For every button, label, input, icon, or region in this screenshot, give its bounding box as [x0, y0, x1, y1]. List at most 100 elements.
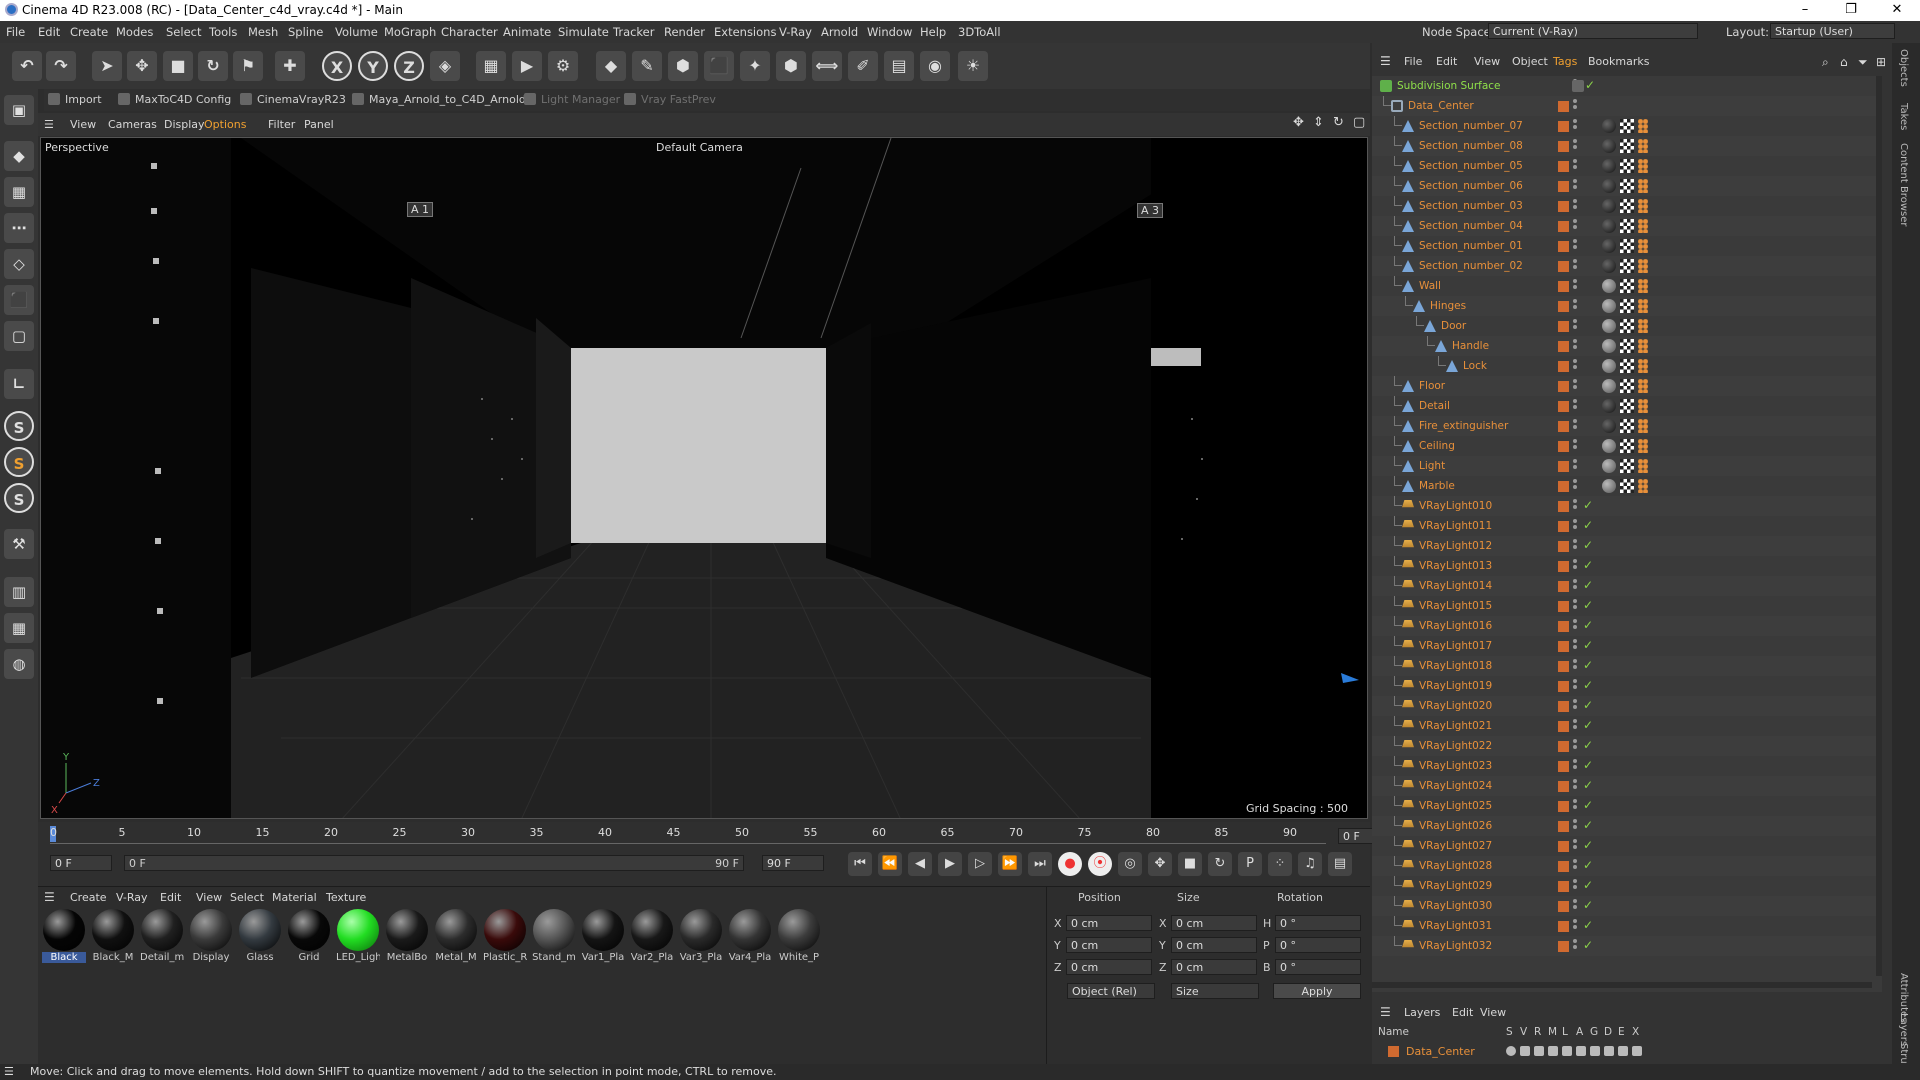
object-name[interactable]: VRayLight019 [1419, 680, 1492, 692]
viewport-menu-view[interactable]: View [70, 118, 96, 131]
layer-color-swatch[interactable] [1558, 681, 1569, 692]
key-scale-icon[interactable]: ■ [1178, 852, 1202, 876]
close-button[interactable]: ✕ [1874, 0, 1920, 21]
uvw-tag-icon[interactable] [1620, 319, 1634, 333]
editor-visibility-dot[interactable] [1573, 339, 1577, 343]
menu-3dtoall[interactable]: 3DToAll [958, 25, 1001, 39]
material-tag-icon[interactable] [1602, 139, 1616, 153]
status-menu-icon[interactable]: ☰ [4, 1065, 14, 1078]
axis-mode-icon[interactable]: ∟ [4, 369, 34, 399]
size-x-field[interactable]: 0 cm [1171, 915, 1257, 931]
phong-tag-icon[interactable] [1638, 479, 1648, 493]
object-row[interactable]: Data_Center [1372, 96, 1882, 116]
visibility-dots-icon[interactable] [1573, 159, 1578, 173]
material-tag-icon[interactable] [1602, 159, 1616, 173]
menu-vray[interactable]: V-Ray [779, 25, 812, 39]
render-visibility-dot[interactable] [1573, 305, 1577, 309]
render-visibility-dot[interactable] [1573, 445, 1577, 449]
rotation-p-field[interactable]: 0 ° [1275, 937, 1361, 953]
object-name[interactable]: VRayLight025 [1419, 800, 1492, 812]
layer-color-swatch[interactable] [1558, 721, 1569, 732]
enabled-check-icon[interactable]: ✓ [1583, 498, 1593, 512]
render-visibility-dot[interactable] [1573, 705, 1577, 709]
object-name[interactable]: Data_Center [1408, 100, 1474, 112]
material-tag-icon[interactable] [1602, 379, 1616, 393]
rotation-b-field[interactable]: 0 ° [1275, 959, 1361, 975]
object-list-vscroll[interactable] [1876, 76, 1882, 976]
object-row[interactable]: Detail [1372, 396, 1882, 416]
floor-icon[interactable]: ▤ [884, 51, 914, 81]
points-mode-icon[interactable]: ⋯ [4, 213, 34, 243]
object-name[interactable]: Section_number_01 [1419, 240, 1523, 252]
uvw-tag-icon[interactable] [1620, 479, 1634, 493]
polygons-mode-icon[interactable]: ⬛ [4, 285, 34, 315]
object-row[interactable]: VRayLight021 ✓ [1372, 716, 1882, 736]
editor-visibility-dot[interactable] [1573, 759, 1577, 763]
object-name[interactable]: Section_number_06 [1419, 180, 1523, 192]
editor-visibility-dot[interactable] [1573, 879, 1577, 883]
object-row[interactable]: VRayLight022 ✓ [1372, 736, 1882, 756]
uvw-tag-icon[interactable] [1620, 439, 1634, 453]
viewport-zoom-icon[interactable]: ⇕ [1313, 115, 1324, 130]
side-tab-takes[interactable]: Takes [1898, 103, 1909, 130]
home-icon[interactable]: ⌂ [1840, 55, 1848, 69]
layer-toggle-icon[interactable] [1572, 80, 1584, 92]
material-tag-icon[interactable] [1602, 239, 1616, 253]
object-name[interactable]: Detail [1419, 400, 1450, 412]
deformer-icon[interactable]: ⟺ [812, 51, 842, 81]
object-name[interactable]: VRayLight017 [1419, 640, 1492, 652]
layer-name[interactable]: Data_Center [1406, 1045, 1475, 1058]
pen-icon[interactable]: ✎ [632, 51, 662, 81]
object-row[interactable]: Section_number_07 [1372, 116, 1882, 136]
render-visibility-dot[interactable] [1573, 545, 1577, 549]
object-row[interactable]: VRayLight023 ✓ [1372, 756, 1882, 776]
prev-frame-icon[interactable]: ◀ [908, 852, 932, 876]
visibility-dots-icon[interactable] [1573, 799, 1578, 813]
menu-help[interactable]: Help [920, 25, 946, 39]
layer-color-swatch[interactable] [1558, 321, 1569, 332]
render-visibility-dot[interactable] [1573, 285, 1577, 289]
editor-visibility-dot[interactable] [1573, 299, 1577, 303]
plugin-light-manager[interactable]: Light Manager [524, 93, 620, 106]
visibility-dots-icon[interactable] [1573, 139, 1578, 153]
position-y-field[interactable]: 0 cm [1066, 937, 1152, 953]
timeline[interactable]: 0 F 0 F 0 F 90 F 90 F ⏮ ⏪ ◀ ▶ ▷ ⏩ ⏭ ● ⦿ ◎ ✥ ■ ↻ P ⁘ ♫ ▤ … [38, 822, 1408, 886]
plugin-import[interactable]: Import [48, 93, 102, 106]
menu-create[interactable]: Create [70, 25, 108, 39]
viewport-rotate-icon[interactable]: ↻ [1333, 115, 1344, 130]
uvw-tag-icon[interactable] [1620, 359, 1634, 373]
layer-render-icon[interactable] [1534, 1046, 1544, 1056]
phong-tag-icon[interactable] [1638, 359, 1648, 373]
object-row[interactable]: VRayLight026 ✓ [1372, 816, 1882, 836]
object-row[interactable]: VRayLight030 ✓ [1372, 896, 1882, 916]
visibility-dots-icon[interactable] [1573, 359, 1578, 373]
object-row[interactable]: VRayLight017 ✓ [1372, 636, 1882, 656]
autokey-icon[interactable]: ⦿ [1088, 852, 1112, 876]
render-visibility-dot[interactable] [1573, 765, 1577, 769]
editor-visibility-dot[interactable] [1573, 259, 1577, 263]
phong-tag-icon[interactable] [1638, 319, 1648, 333]
render-settings-icon[interactable]: ⚙ [548, 51, 578, 81]
menu-render[interactable]: Render [664, 25, 705, 39]
material-metalbo[interactable]: MetalBo [385, 909, 429, 963]
uvw-tag-icon[interactable] [1620, 379, 1634, 393]
enabled-check-icon[interactable]: ✓ [1583, 518, 1593, 532]
visibility-dots-icon[interactable] [1573, 559, 1578, 573]
object-row[interactable]: VRayLight014 ✓ [1372, 576, 1882, 596]
viewport-menu-panel[interactable]: Panel [304, 118, 334, 131]
layer-color-swatch[interactable] [1558, 181, 1569, 192]
menu-simulate[interactable]: Simulate [558, 25, 609, 39]
object-name[interactable]: Marble [1419, 480, 1455, 492]
subdivision-icon[interactable]: ⬢ [668, 51, 698, 81]
viewport-menu-options[interactable]: Options [204, 118, 246, 131]
layer-menu-icon[interactable]: ☰ [1380, 1005, 1391, 1019]
enabled-check-icon[interactable]: ✓ [1583, 698, 1593, 712]
uvw-tag-icon[interactable] [1620, 159, 1634, 173]
object-name[interactable]: VRayLight030 [1419, 900, 1492, 912]
material-tag-icon[interactable] [1602, 479, 1616, 493]
layer-color-swatch[interactable] [1558, 621, 1569, 632]
object-name[interactable]: Section_number_07 [1419, 120, 1523, 132]
editor-visibility-dot[interactable] [1573, 899, 1577, 903]
layer-color-swatch[interactable] [1558, 941, 1569, 952]
phong-tag-icon[interactable] [1638, 139, 1648, 153]
